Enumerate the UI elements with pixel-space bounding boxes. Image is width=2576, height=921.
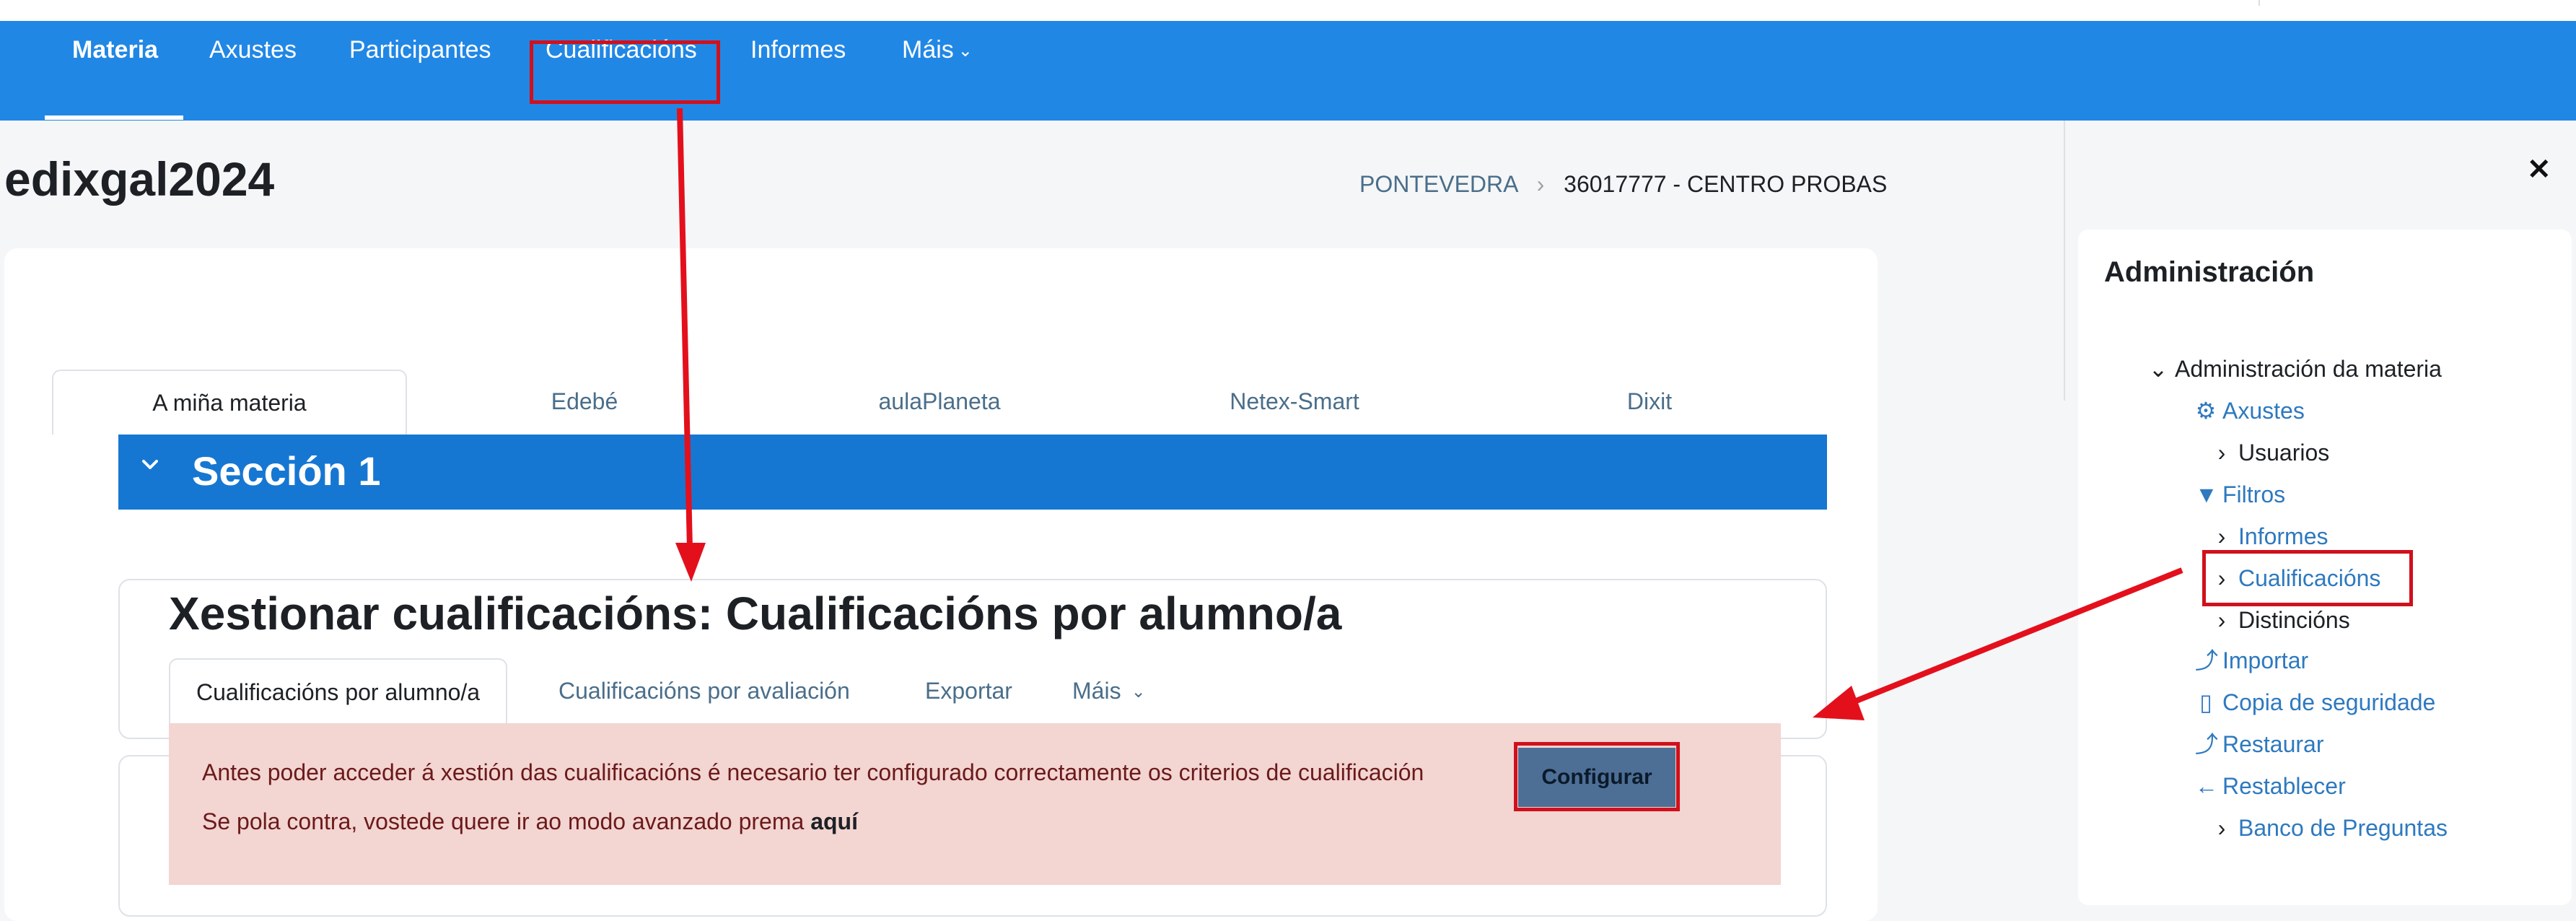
tree-item-filtros-label: Filtros: [2222, 481, 2286, 507]
alert-advanced-mode-prefix: Se pola contra, vostede quere ir ao modo…: [202, 808, 805, 834]
tab-a-minha-materia[interactable]: A miña materia: [52, 370, 407, 435]
tab-mais-label: Máis: [1072, 678, 1121, 704]
tree-item-importar[interactable]: ⤴ Importar: [2195, 645, 2308, 676]
tab-netex-smart[interactable]: Netex-Smart: [1117, 370, 1472, 435]
administration-title: Administración: [2104, 256, 2315, 288]
nav-item-materia[interactable]: Materia: [72, 0, 158, 100]
tree-item-axustes[interactable]: ⚙ Axustes: [2195, 395, 2305, 427]
breadcrumb: PONTEVEDRA › 36017777 - CENTRO PROBAS: [1359, 170, 1887, 198]
alert-message: Antes poder acceder á xestión das cualif…: [202, 759, 1424, 785]
tree-item-banco-preguntas-label: Banco de Preguntas: [2238, 815, 2448, 841]
tree-item-informes-label: Informes: [2238, 523, 2329, 549]
tab-dixit[interactable]: Dixit: [1472, 370, 1827, 435]
tree-item-restablecer-label: Restablecer: [2222, 773, 2346, 799]
breadcrumb-item-pontevedra[interactable]: PONTEVEDRA: [1359, 171, 1517, 197]
file-icon: ▯: [2199, 689, 2212, 715]
chevron-right-icon: ›: [2217, 607, 2226, 633]
tab-mais[interactable]: Máis ⌄: [1072, 658, 1146, 723]
annotation-highlight-nav-cualificacions: [530, 40, 720, 104]
breadcrumb-separator-icon: ›: [1536, 171, 1545, 197]
section-title: Sección 1: [192, 448, 381, 494]
import-icon: ⤴: [2195, 647, 2219, 673]
grades-title: Xestionar cualificacións: Cualificacións…: [169, 588, 1342, 640]
breadcrumb-item-centro: 36017777 - CENTRO PROBAS: [1564, 171, 1888, 197]
tree-item-banco-preguntas[interactable]: › Banco de Preguntas: [2211, 812, 2448, 844]
tree-item-administracion-materia[interactable]: ⌄ Administración da materia: [2147, 353, 2442, 385]
nav-item-informes[interactable]: Informes: [750, 0, 846, 100]
chevron-right-icon: ›: [2217, 523, 2226, 549]
page-title: edixgal2024: [4, 152, 275, 206]
chevron-down-icon: ⌄: [2148, 356, 2168, 382]
tree-item-copia-seguridade-label: Copia de seguridade: [2222, 689, 2436, 715]
chevron-right-icon: ›: [2217, 815, 2226, 841]
tree-item-administracion-materia-label: Administración da materia: [2175, 356, 2442, 382]
drawer-divider: [2064, 121, 2065, 401]
restore-icon: ⤴: [2195, 731, 2219, 757]
nav-item-mais[interactable]: Máis ⌄: [902, 0, 973, 100]
tree-item-informes[interactable]: › Informes: [2211, 520, 2329, 552]
tree-item-copia-seguridade[interactable]: ▯ Copia de seguridade: [2195, 686, 2435, 718]
close-drawer-icon[interactable]: ✕: [2527, 152, 2551, 188]
tree-item-usuarios[interactable]: › Usuarios: [2211, 437, 2330, 468]
chevron-down-icon: ⌄: [958, 41, 973, 61]
nav-active-underline: [45, 115, 183, 120]
nav-item-axustes[interactable]: Axustes: [209, 0, 297, 100]
tree-item-distincions-label: Distincións: [2238, 607, 2350, 633]
tree-item-filtros[interactable]: ▼ Filtros: [2195, 479, 2285, 510]
nav-mais-label: Máis: [902, 36, 954, 64]
alert-advanced-mode-text: Se pola contra, vostede quere ir ao modo…: [202, 806, 858, 837]
advanced-mode-link[interactable]: aquí: [810, 808, 858, 834]
gear-icon: ⚙: [2195, 398, 2217, 424]
tab-edebe[interactable]: Edebé: [407, 370, 762, 435]
tree-item-usuarios-label: Usuarios: [2238, 440, 2330, 466]
chevron-right-icon: ›: [2217, 440, 2226, 466]
tree-item-restaurar[interactable]: ⤴ Restaurar: [2195, 728, 2324, 760]
filter-icon: ▼: [2195, 481, 2218, 507]
annotation-highlight-drawer-cualificacions: [2202, 550, 2413, 606]
tab-aulaplaneta[interactable]: aulaPlaneta: [762, 370, 1117, 435]
top-strip-divider: [2259, 0, 2260, 6]
tab-exportar[interactable]: Exportar: [925, 658, 1012, 723]
tree-item-restablecer[interactable]: ← Restablecer: [2195, 770, 2346, 802]
nav-item-participantes[interactable]: Participantes: [349, 0, 491, 100]
tree-item-distincions[interactable]: › Distincións: [2211, 604, 2350, 636]
chevron-down-icon: ⌄: [1131, 682, 1146, 702]
tree-item-importar-label: Importar: [2222, 647, 2309, 673]
tree-item-restaurar-label: Restaurar: [2222, 731, 2324, 757]
tab-cualificacions-por-avaliacion[interactable]: Cualificacións por avaliación: [558, 658, 850, 723]
tab-cualificacions-por-alumno[interactable]: Cualificacións por alumno/a: [169, 658, 508, 723]
arrow-left-icon: ←: [2195, 773, 2218, 799]
tree-item-axustes-label: Axustes: [2222, 398, 2305, 424]
collapse-chevron-icon[interactable]: [141, 456, 159, 473]
annotation-highlight-configure: [1514, 742, 1680, 811]
